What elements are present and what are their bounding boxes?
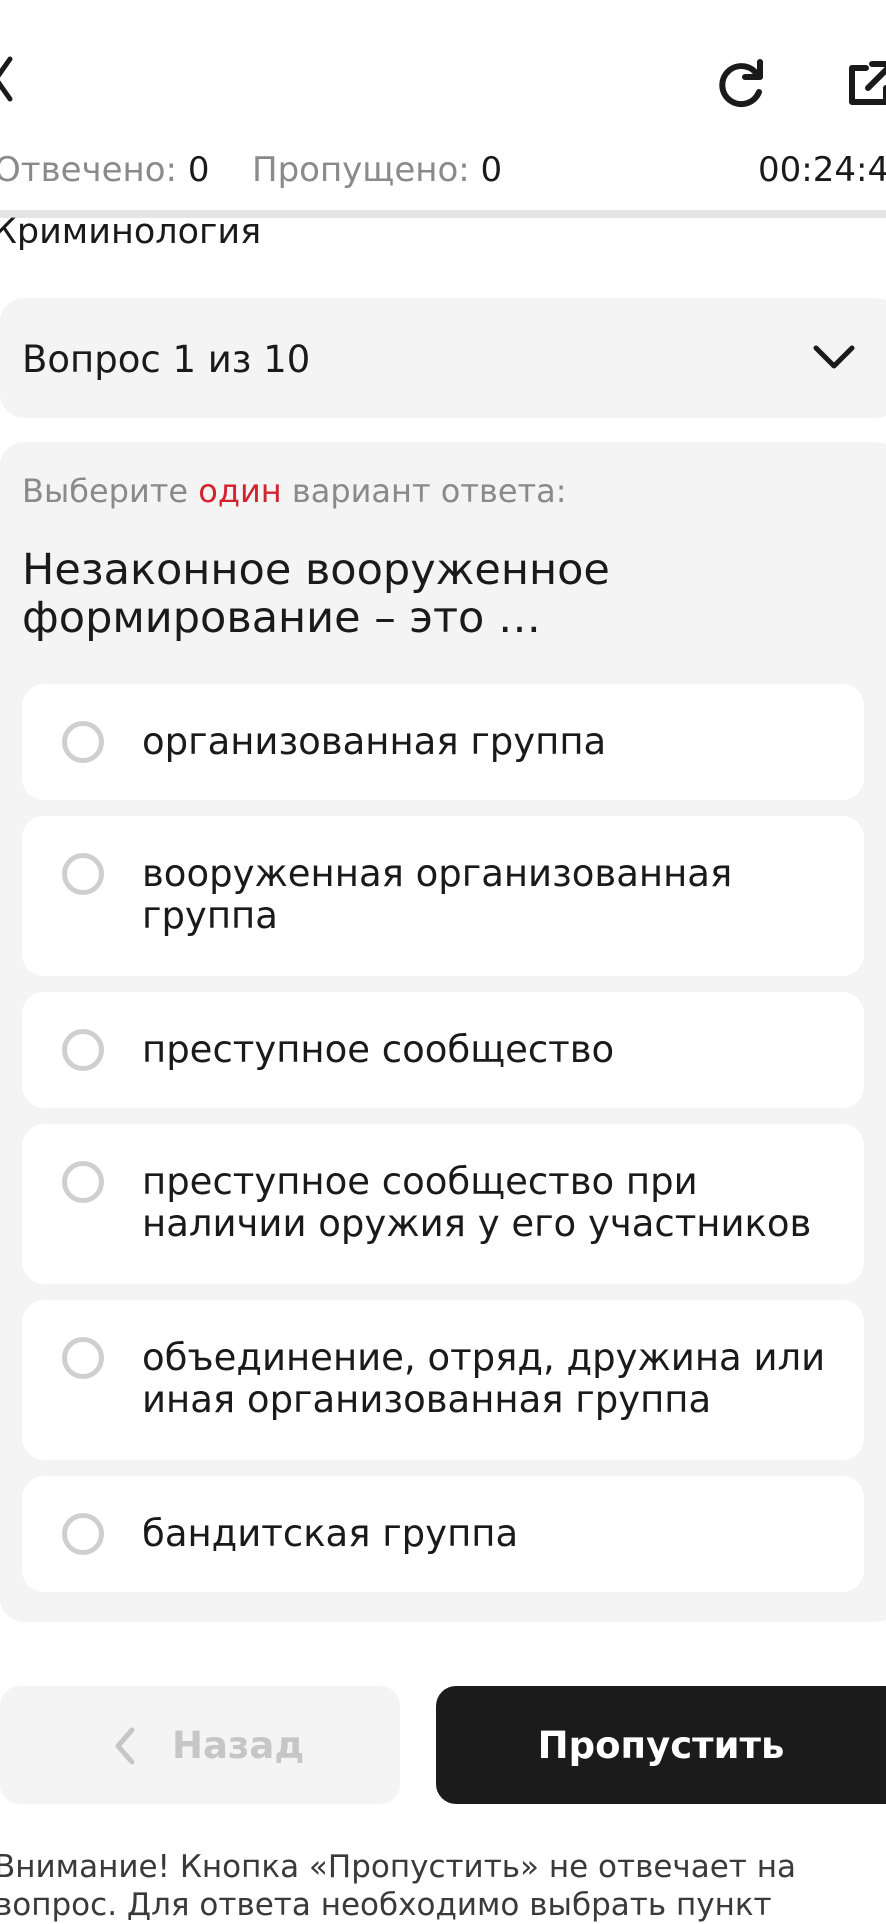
answer-option[interactable]: организованная группа (22, 684, 864, 800)
radio-button[interactable] (62, 853, 104, 895)
refresh-icon (719, 59, 763, 108)
answer-option[interactable]: преступное сообщество при наличии оружия… (22, 1124, 864, 1284)
radio-button[interactable] (62, 1029, 104, 1071)
external-link-button[interactable] (840, 54, 886, 114)
answer-option[interactable]: преступное сообщество (22, 992, 864, 1108)
question-text: Незаконное вооруженное формирование – эт… (22, 545, 610, 643)
answer-option-label: вооруженная организованная группа (142, 852, 733, 937)
question-selector-label: Вопрос 1 из 10 (22, 338, 311, 381)
skipped-count: 0 (480, 150, 503, 190)
external-link-icon (849, 61, 886, 105)
answered-stat: Отвечено: 0 (0, 150, 209, 190)
radio-button[interactable] (62, 721, 104, 763)
radio-button[interactable] (62, 1161, 104, 1203)
answer-option[interactable]: объединение, отряд, дружина или иная орг… (22, 1300, 864, 1460)
answer-option-label: преступное сообщество (142, 1028, 615, 1071)
back-button-label: Назад (172, 1724, 305, 1767)
answer-instruction: Выберите один вариант ответа: (22, 472, 567, 510)
radio-button[interactable] (62, 1337, 104, 1379)
answer-option[interactable]: вооруженная организованная группа (22, 816, 864, 976)
timer: 00:24:41 (758, 150, 886, 190)
refresh-button[interactable] (712, 54, 772, 114)
answered-label: Отвечено: (0, 150, 178, 190)
answer-option[interactable]: бандитская группа (22, 1476, 864, 1592)
skipped-label: Пропущено: (252, 150, 470, 190)
answer-option-label: объединение, отряд, дружина или иная орг… (142, 1336, 826, 1421)
chevron-down-icon[interactable] (810, 338, 858, 378)
instruction-after: вариант ответа: (291, 472, 567, 510)
subject-title: Криминология (0, 212, 262, 252)
instruction-before: Выберите (22, 472, 189, 510)
radio-button[interactable] (62, 1513, 104, 1555)
back-icon[interactable] (0, 55, 14, 103)
answered-count: 0 (187, 150, 210, 190)
skip-button-label: Пропустить (537, 1724, 785, 1767)
answer-option-label: организованная группа (142, 720, 607, 763)
answer-option-label: бандитская группа (142, 1512, 519, 1555)
skipped-stat: Пропущено: 0 (252, 150, 502, 190)
answer-option-label: преступное сообщество при наличии оружия… (142, 1160, 812, 1245)
instruction-accent: один (198, 472, 282, 510)
skip-notice: Внимание! Кнопка «Пропустить» не отвечае… (0, 1849, 796, 1923)
chevron-left-icon (112, 1726, 138, 1766)
